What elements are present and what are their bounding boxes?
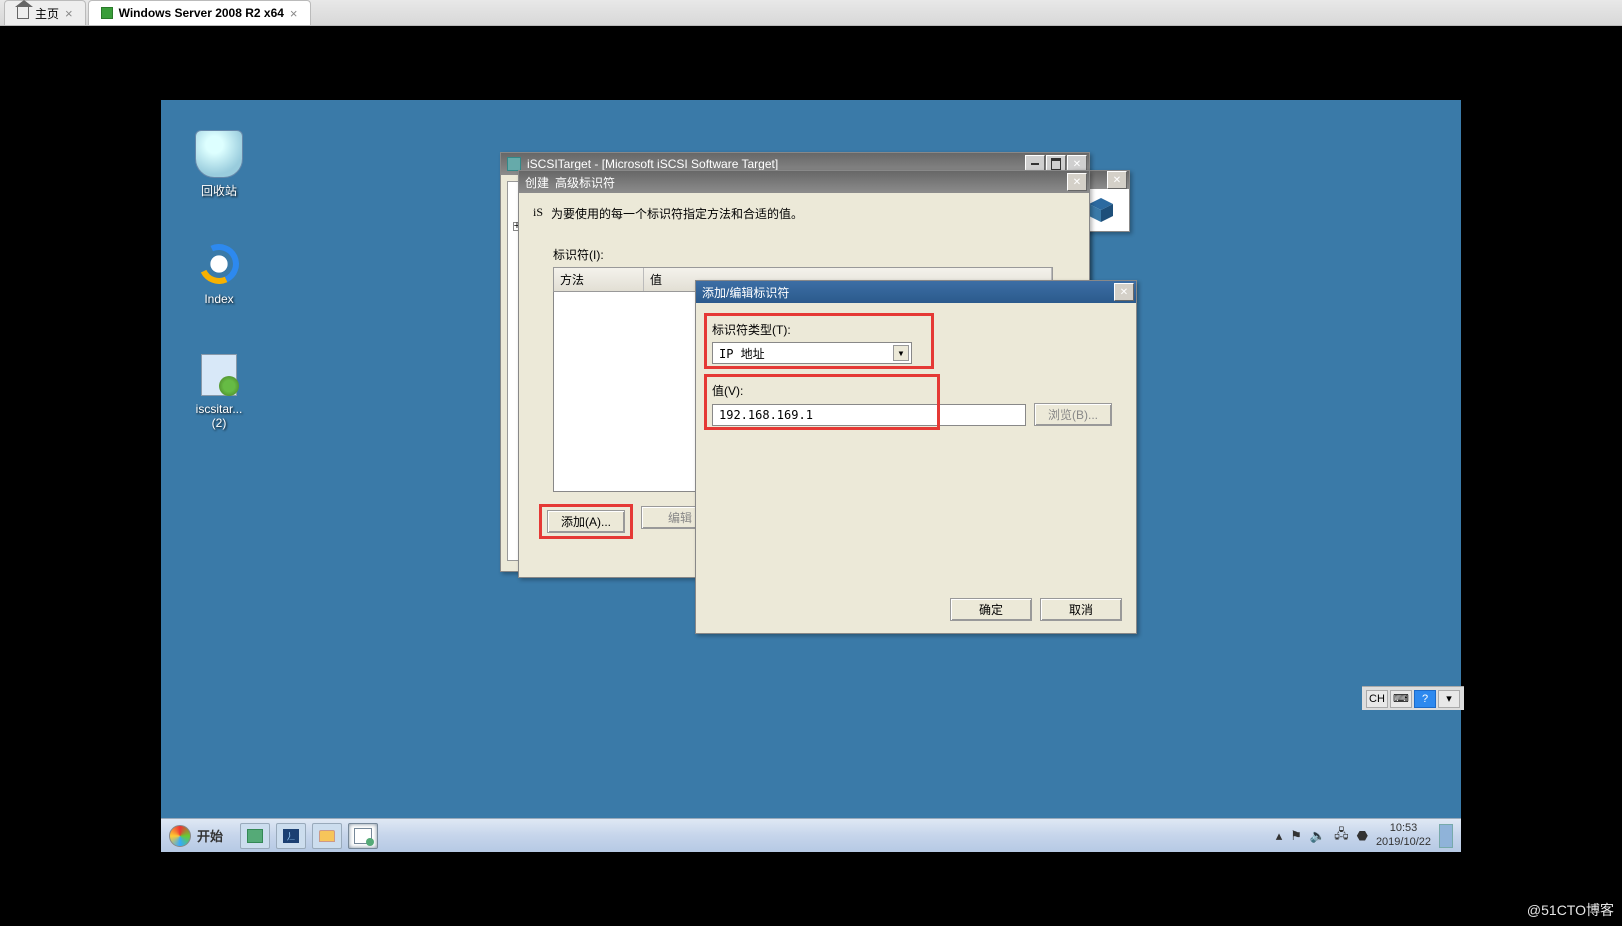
viewer-tab-bar: 主页 × Windows Server 2008 R2 x64 ×: [0, 0, 1622, 26]
close-button[interactable]: ✕: [1107, 171, 1127, 189]
desktop-icon-label: Index: [179, 292, 259, 306]
home-icon: [17, 7, 29, 19]
clock-date: 2019/10/22: [1376, 836, 1431, 849]
vm-icon: [101, 7, 113, 19]
window-add-edit-identifier: 添加/编辑标识符 ✕ 标识符类型(T): IP 地址 ▾ 值(V):: [695, 280, 1137, 634]
vm-frame: 回收站 Index iscsitar... (2) iSCSITarget - …: [0, 26, 1622, 926]
close-button[interactable]: ✕: [1067, 173, 1087, 191]
desktop-icon-ie[interactable]: Index: [179, 240, 259, 306]
tab-home-label: 主页: [35, 5, 59, 22]
cube-icon: [1087, 196, 1115, 224]
tray-chevron-icon[interactable]: ▴: [1276, 828, 1283, 844]
close-button[interactable]: ✕: [1114, 283, 1134, 301]
viewer-statusbar: CH ⌨ ? ▾: [1362, 686, 1464, 710]
tray-network-icon[interactable]: 🖧: [1334, 825, 1349, 847]
status-keyboard-icon[interactable]: ⌨: [1390, 690, 1412, 708]
titlebar[interactable]: 创建 高级标识符 ✕: [519, 171, 1089, 193]
powershell-icon: ⟩_: [283, 829, 299, 843]
installer-icon: [195, 350, 243, 398]
identifier-label: 标识符(I):: [553, 246, 1075, 263]
ie-icon: [195, 240, 243, 288]
desktop-icon-label: 回收站: [179, 182, 259, 199]
start-label: 开始: [197, 826, 223, 845]
windows-orb-icon: [169, 825, 191, 847]
desktop-icon-recycle[interactable]: 回收站: [179, 130, 259, 199]
window-icon: [507, 157, 521, 171]
tray-shield-icon[interactable]: ⬣: [1357, 828, 1368, 844]
vm-desktop: 回收站 Index iscsitar... (2) iSCSITarget - …: [161, 100, 1461, 852]
folder-icon: [319, 830, 335, 842]
tray-volume-icon[interactable]: 🔈: [1310, 828, 1326, 844]
status-chevron-icon[interactable]: ▾: [1438, 690, 1460, 708]
dialog-description: 为要使用的每一个标识符指定方法和合适的值。: [551, 205, 803, 222]
window-title: iSCSITarget - [Microsoft iSCSI Software …: [527, 157, 1025, 171]
browse-button: 浏览(B)...: [1034, 403, 1112, 426]
taskbar-server-manager[interactable]: [240, 823, 270, 849]
taskbar-clock[interactable]: 10:53 2019/10/22: [1376, 822, 1431, 848]
status-help-icon[interactable]: ?: [1414, 690, 1436, 708]
tab-close-icon[interactable]: ×: [65, 6, 73, 21]
add-button[interactable]: 添加(A)...: [547, 510, 625, 533]
system-tray: ▴ ⚑ 🔈 🖧 ⬣ 10:53 2019/10/22: [1268, 822, 1461, 848]
status-lang[interactable]: CH: [1366, 690, 1388, 708]
iscsi-target-icon: [354, 828, 372, 844]
clock-time: 10:53: [1376, 822, 1431, 835]
window-title: 添加/编辑标识符: [702, 284, 1114, 301]
tab-close-icon[interactable]: ×: [290, 6, 298, 21]
start-button[interactable]: 开始: [161, 819, 237, 852]
watermark: @51CTO博客: [1527, 900, 1614, 920]
cancel-button[interactable]: 取消: [1040, 598, 1122, 621]
titlebar[interactable]: 添加/编辑标识符 ✕: [696, 281, 1136, 303]
tab-vm-label: Windows Server 2008 R2 x64: [119, 6, 284, 20]
prefix-label: iS: [533, 205, 543, 220]
taskbar-explorer[interactable]: [312, 823, 342, 849]
recycle-bin-icon: [195, 130, 243, 178]
desktop-icon-iscsitarget[interactable]: iscsitar... (2): [179, 350, 259, 430]
ok-button[interactable]: 确定: [950, 598, 1032, 621]
tab-home[interactable]: 主页 ×: [4, 0, 86, 25]
col-method: 方法: [554, 268, 644, 291]
taskbar-iscsi-target[interactable]: [348, 823, 378, 849]
show-desktop-button[interactable]: [1439, 824, 1453, 848]
taskbar: 开始 ⟩_ ▴ ⚑ 🔈 🖧 ⬣ 10:53 2019/10/22: [161, 818, 1461, 852]
tab-vm[interactable]: Windows Server 2008 R2 x64 ×: [88, 0, 311, 25]
window-title: 高级标识符: [555, 174, 1067, 191]
desktop-icon-label: iscsitar... (2): [179, 402, 259, 430]
title-prefix: 创建: [525, 174, 549, 191]
tray-flag-icon[interactable]: ⚑: [1290, 828, 1302, 844]
server-manager-icon: [247, 829, 263, 843]
taskbar-powershell[interactable]: ⟩_: [276, 823, 306, 849]
